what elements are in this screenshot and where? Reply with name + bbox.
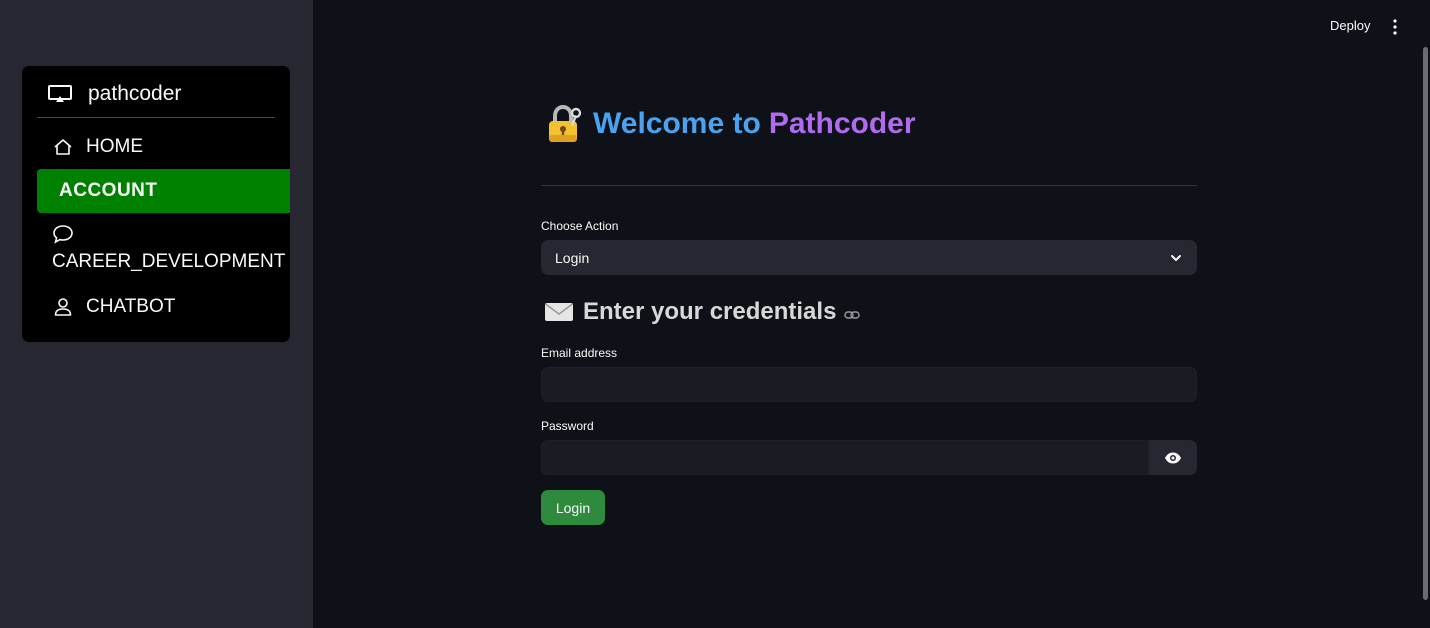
envelope-icon [545,303,573,321]
chat-bubble-icon [52,223,74,245]
password-field-group [541,440,1197,475]
link-icon[interactable] [844,310,861,320]
choose-action-label: Choose Action [541,219,619,233]
nav-item-home-label: HOME [86,136,143,157]
brand: pathcoder [48,82,181,106]
password-label: Password [541,419,594,433]
credentials-heading-text: Enter your credentials [583,298,837,325]
nav-item-chatbot-label: CHATBOT [86,296,176,317]
title-brand: Pathcoder [768,107,916,140]
credentials-heading: Enter your credentials [544,298,861,326]
nav-item-career-development[interactable]: CAREER_DEVELOPMENT [37,223,290,277]
deploy-button[interactable]: Deploy [1330,18,1370,33]
nav-item-chatbot[interactable]: CHATBOT [37,294,290,320]
choose-action-select[interactable]: Login [541,240,1197,275]
email-label: Email address [541,346,618,360]
brand-divider [37,117,275,118]
sidebar: pathcoder HOME ACCOUNT CAREER_DEVELOPMEN… [0,0,313,628]
scrollbar[interactable] [1423,47,1428,600]
monitor-icon [48,84,72,104]
divider [541,185,1197,186]
nav-item-career-development-label: CAREER_DEVELOPMENT [52,251,286,272]
password-field[interactable] [541,440,1149,475]
login-button[interactable]: Login [541,490,605,525]
chevron-down-icon [1171,255,1181,261]
page-title: Welcome to Pathcoder [545,104,916,144]
user-icon [52,296,74,318]
eye-icon [1165,452,1181,463]
lock-with-key-icon [549,104,582,142]
home-icon [52,136,74,158]
vertical-dots-icon[interactable] [1388,17,1402,37]
email-field[interactable] [541,367,1197,402]
brand-name: pathcoder [88,82,182,105]
nav-menu: pathcoder HOME ACCOUNT CAREER_DEVELOPMEN… [22,66,290,342]
title-prefix: Welcome to [593,107,761,140]
nav-item-account-label: ACCOUNT [59,180,158,201]
show-password-button[interactable] [1149,440,1197,475]
choose-action-value: Login [555,249,590,266]
nav-item-home[interactable]: HOME [37,134,290,160]
nav-item-account[interactable]: ACCOUNT [37,169,290,213]
